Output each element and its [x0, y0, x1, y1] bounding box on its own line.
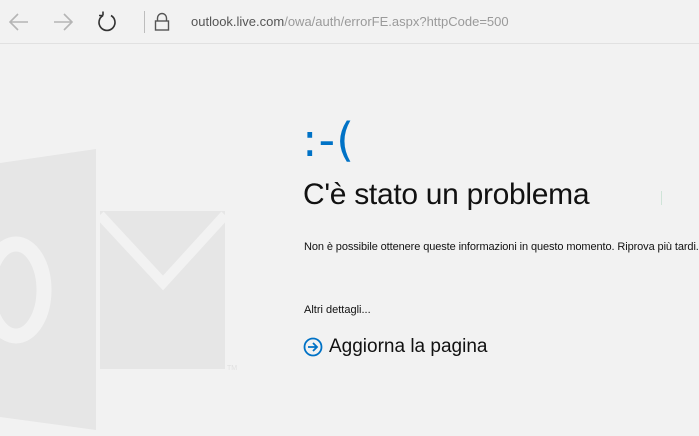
- refresh-button[interactable]: [92, 7, 122, 37]
- browser-toolbar: outlook.live.com/owa/auth/errorFE.aspx?h…: [0, 0, 699, 44]
- url-domain: outlook.live.com: [191, 14, 285, 29]
- url-path: /owa/auth/errorFE.aspx?httpCode=500: [284, 14, 509, 29]
- forward-button[interactable]: [48, 7, 78, 37]
- arrow-left-icon: [8, 13, 28, 31]
- svg-text:TM: TM: [227, 365, 237, 372]
- reload-page-button[interactable]: Aggiorna la pagina: [303, 336, 487, 358]
- arrow-right-icon: [54, 13, 74, 31]
- refresh-icon: [98, 11, 116, 32]
- arrow-circle-right-icon: [303, 337, 323, 357]
- toolbar-separator: [144, 11, 145, 33]
- more-details-link[interactable]: Altri dettagli...: [304, 304, 371, 316]
- back-button[interactable]: [4, 7, 34, 37]
- reload-page-label: Aggiorna la pagina: [329, 336, 488, 357]
- address-bar[interactable]: outlook.live.com/owa/auth/errorFE.aspx?h…: [191, 14, 509, 29]
- error-title: C'è stato un problema: [303, 178, 590, 211]
- error-page: TM :-( C'è stato un problema Non è possi…: [0, 45, 699, 436]
- lock-icon: [154, 12, 170, 31]
- text-caret-mark: [661, 191, 662, 205]
- outlook-logo-watermark: TM: [0, 149, 237, 430]
- error-message: Non è possibile ottenere queste informaz…: [304, 241, 699, 253]
- sad-face-emoticon: :-(: [302, 113, 356, 167]
